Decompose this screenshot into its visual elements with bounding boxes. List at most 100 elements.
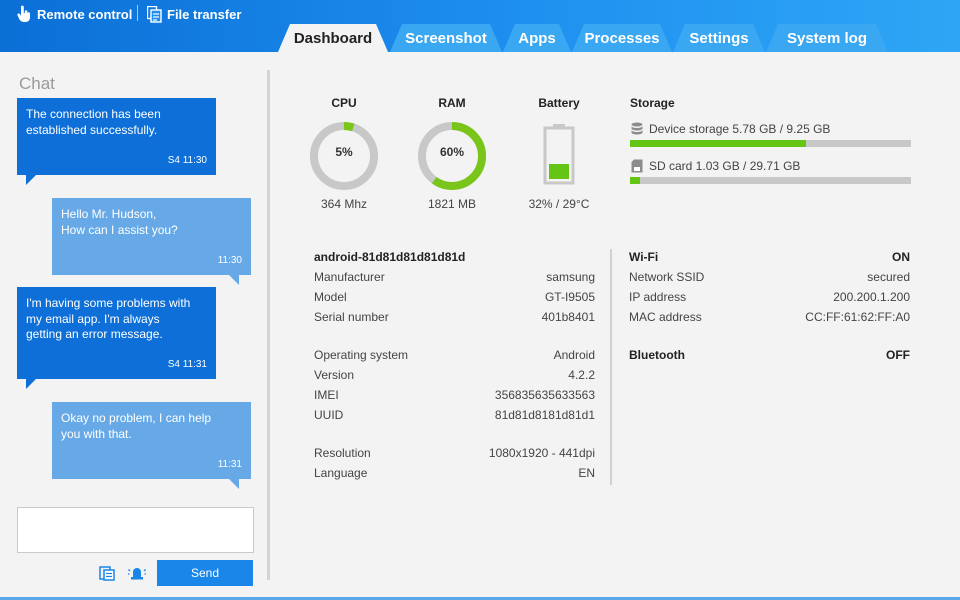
info-value: CC:FF:61:62:FF:A0 [805,310,910,324]
wifi-status: ON [892,250,910,264]
sd-card-bar [630,177,911,184]
message-line: How can I assist you? [61,222,178,237]
message-line: my email app. I'm always [26,311,160,326]
message-line: getting an error message. [26,327,163,341]
tab-settings[interactable]: Settings [673,24,765,52]
info-value: secured [867,270,910,284]
info-row: UUID 81d81d8181d81d1 [314,408,595,424]
bubble-tail [26,175,36,185]
chat-message-incoming: The connection has been established succ… [17,98,216,185]
info-row: Resolution 1080x1920 - 441dpi [314,446,595,462]
chat-message-incoming: I'm having some problems with my email a… [17,287,216,389]
message-line: you with that. [61,426,132,441]
alarm-bell-icon[interactable] [128,565,146,586]
info-divider [610,249,612,485]
remote-control-button[interactable]: Remote control [16,5,132,23]
battery-level [549,163,569,179]
bubble-tail [229,479,239,489]
info-key: MAC address [629,310,702,324]
file-transfer-label: File transfer [167,6,242,22]
device-name: android-81d81d81d81d81d [314,250,466,264]
tab-system-log[interactable]: System log [766,24,888,52]
tab-dashboard-label: Dashboard [293,29,373,47]
info-key: Serial number [314,310,389,324]
tab-processes-label: Processes [584,29,660,47]
info-key: Version [314,368,355,382]
info-row: MAC address CC:FF:61:62:FF:A0 [629,310,910,326]
info-key: IMEI [314,388,339,402]
info-row: Serial number 401b8401 [314,310,595,326]
info-key: Network SSID [629,270,705,284]
tab-processes[interactable]: Processes [572,24,672,52]
tab-apps[interactable]: Apps [503,24,571,52]
device-storage-fill [630,140,806,147]
message-time: S4 11:31 [167,358,207,370]
info-row: Version 4.2.2 [314,368,595,384]
tab-screenshot[interactable]: Screenshot [390,24,502,52]
top-bar: Remote control File transfer Dashboard S… [0,0,960,52]
device-storage-row: Device storage 5.78 GB / 9.25 GB [631,122,830,136]
send-button-label: Send [190,566,220,580]
message-line: The connection has been [26,107,161,121]
message-time: 11:30 [217,254,242,266]
chat-message-outgoing: Okay no problem, I can help you with tha… [52,402,251,489]
sd-card-icon [631,159,643,173]
bubble-tail [229,275,239,285]
file-transfer-button[interactable]: File transfer [147,5,241,23]
bubble-tail [26,379,36,389]
info-row: Language EN [314,466,595,482]
info-key: Operating system [314,348,409,362]
clipboard-icon[interactable] [99,565,115,586]
info-value: 1080x1920 - 441dpi [488,446,595,460]
toolbar-divider [137,5,138,21]
message-time: S4 11:30 [167,154,207,166]
info-key: Language [314,466,368,480]
info-row: Network SSID secured [629,270,910,286]
cpu-percent: 5% [335,145,353,159]
info-value: Android [553,348,595,362]
device-storage-label: Device storage 5.78 GB / 9.25 GB [649,122,831,136]
info-value: GT-I9505 [544,290,595,304]
chat-message-outgoing: Hello Mr. Hudson, How can I assist you? … [52,198,251,285]
wifi-label: Wi-Fi [629,250,659,264]
bluetooth-status: OFF [886,348,910,362]
tab-dashboard[interactable]: Dashboard [278,24,388,52]
info-value: 401b8401 [541,310,595,324]
info-value: 356835635633563 [494,388,595,402]
message-line: I'm having some problems with [26,296,191,310]
tab-settings-label: Settings [689,29,749,47]
info-row: Manufacturer samsung [314,270,595,286]
sd-card-fill [630,177,640,184]
pane-divider [267,70,270,580]
info-value: EN [578,466,595,480]
database-icon [631,122,643,135]
bluetooth-label: Bluetooth [629,348,685,362]
network-info-table: Wi-Fi ON Network SSID secured IP address 20… [629,250,910,370]
info-key: Manufacturer [314,270,385,284]
info-value: 4.2.2 [568,368,595,382]
info-row: Operating system Android [314,348,595,364]
info-row: Model GT-I9505 [314,290,595,306]
send-button[interactable]: Send [157,560,253,586]
chat-message-input[interactable] [17,507,254,553]
device-info-table: android-81d81d81d81d81d Manufacturer sams… [314,250,595,490]
tab-screenshot-label: Screenshot [405,29,487,47]
hand-pointer-icon [17,5,30,22]
cpu-label: CPU [331,96,357,110]
battery-label: Battery [538,96,580,110]
sd-card-label: SD card 1.03 GB / 29.71 GB [649,159,801,173]
battery-icon [543,124,575,185]
message-line: Okay no problem, I can help [61,411,212,425]
chat-title: Chat [19,74,55,93]
remote-control-label: Remote control [37,6,133,22]
file-transfer-icon [147,5,162,23]
info-key: IP address [629,290,687,304]
message-line: Hello Mr. Hudson, [61,207,157,221]
info-value: samsung [546,270,595,284]
ram-amount: 1821 MB [427,197,477,211]
message-line: established successfully. [26,122,158,137]
storage-title: Storage [630,96,675,110]
battery-status: 32% / 29°C [528,197,590,211]
info-key: Resolution [314,446,371,460]
info-row: IMEI 356835635633563 [314,388,595,404]
